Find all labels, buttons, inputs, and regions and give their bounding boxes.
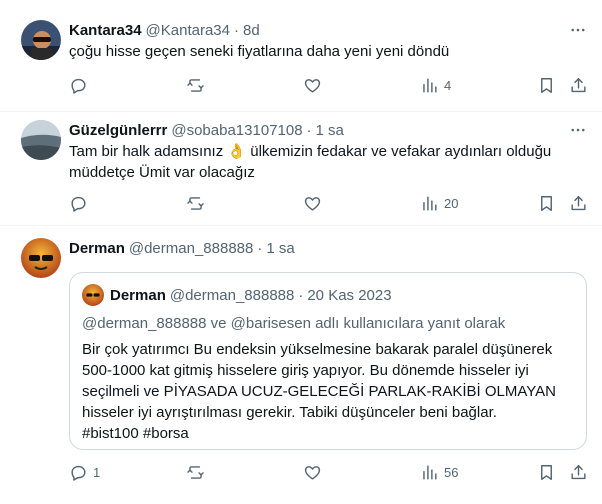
quoted-text-body: Bir çok yatırımcı Bu endeksin yükselmesi… bbox=[82, 341, 557, 421]
tweet[interactable]: Derman @derman_888888 · 1 sa Derman @der… bbox=[0, 226, 602, 504]
quoted-timestamp: 20 Kas 2023 bbox=[307, 286, 392, 304]
tweet-text: çoğu hisse geçen seneki fiyatlarına daha… bbox=[69, 43, 450, 60]
hashtags[interactable]: #bist100 #borsa bbox=[82, 425, 189, 442]
display-name[interactable]: Kantara34 bbox=[69, 22, 142, 39]
quoted-tweet-text: Bir çok yatırımcı Bu endeksin yükselmesi… bbox=[82, 339, 572, 444]
timestamp[interactable]: 1 sa bbox=[316, 122, 344, 139]
views-button[interactable]: 20 bbox=[420, 192, 458, 214]
action-bar: 20 bbox=[69, 192, 594, 214]
bookmark-icon bbox=[537, 76, 556, 95]
reply-button[interactable]: 1 bbox=[69, 461, 100, 483]
tweet[interactable]: Kantara34 @Kantara34 · 8d çoğu hisse geç… bbox=[0, 0, 602, 112]
repost-button[interactable] bbox=[186, 74, 210, 96]
views-button[interactable]: 56 bbox=[420, 461, 458, 483]
repost-icon bbox=[186, 76, 205, 95]
share-icon bbox=[569, 463, 588, 482]
action-bar: 1 56 bbox=[69, 461, 594, 483]
share-icon bbox=[569, 76, 588, 95]
reply-button[interactable] bbox=[69, 192, 93, 214]
separator: · bbox=[234, 21, 239, 39]
reply-icon bbox=[69, 76, 88, 95]
reply-count: 1 bbox=[93, 464, 101, 480]
timestamp[interactable]: 8d bbox=[243, 22, 260, 39]
reply-icon bbox=[69, 463, 88, 482]
display-name[interactable]: Güzelgünlerrr bbox=[69, 122, 167, 139]
quoted-user-handle: @derman_888888 bbox=[169, 286, 295, 304]
tweet[interactable]: Güzelgünlerrr @sobaba13107108 · 1 sa Tam… bbox=[0, 112, 602, 226]
action-bar: 4 bbox=[69, 74, 594, 96]
avatar[interactable] bbox=[21, 20, 61, 60]
views-icon bbox=[420, 76, 439, 95]
avatar[interactable] bbox=[21, 238, 61, 278]
share-button[interactable] bbox=[569, 192, 588, 214]
bookmark-icon bbox=[537, 194, 556, 213]
repost-button[interactable] bbox=[186, 192, 210, 214]
tweet-text: Tam bir halk adamsınız 👌 ülkemizin fedak… bbox=[69, 141, 589, 183]
like-icon bbox=[303, 194, 322, 213]
avatar[interactable] bbox=[21, 120, 61, 160]
views-icon bbox=[420, 194, 439, 213]
like-icon bbox=[303, 76, 322, 95]
user-handle[interactable]: @sobaba13107108 bbox=[171, 122, 302, 139]
separator: · bbox=[298, 286, 304, 304]
ok-hand-emoji: 👌 bbox=[227, 143, 247, 160]
quoted-tweet[interactable]: Derman @derman_888888 · 20 Kas 2023 @der… bbox=[69, 272, 587, 450]
bookmark-icon bbox=[537, 463, 556, 482]
bookmark-button[interactable] bbox=[537, 461, 556, 483]
like-button[interactable] bbox=[303, 192, 327, 214]
bookmark-button[interactable] bbox=[537, 74, 556, 96]
user-handle[interactable]: @Kantara34 bbox=[146, 22, 230, 39]
display-name[interactable]: Derman bbox=[69, 240, 125, 257]
more-icon[interactable] bbox=[566, 120, 590, 140]
repost-button[interactable] bbox=[186, 461, 210, 483]
reply-button[interactable] bbox=[69, 74, 93, 96]
repost-icon bbox=[186, 194, 205, 213]
share-button[interactable] bbox=[569, 74, 588, 96]
like-icon bbox=[303, 463, 322, 482]
views-count: 4 bbox=[444, 77, 452, 93]
share-icon bbox=[569, 194, 588, 213]
views-icon bbox=[420, 463, 439, 482]
timestamp[interactable]: 1 sa bbox=[266, 240, 294, 257]
separator: · bbox=[257, 239, 263, 257]
tweet-text-part: Tam bir halk adamsınız bbox=[69, 143, 228, 160]
share-button[interactable] bbox=[569, 461, 588, 483]
quoted-avatar[interactable] bbox=[82, 284, 104, 306]
views-count: 56 bbox=[444, 464, 459, 480]
user-handle[interactable]: @derman_888888 bbox=[129, 240, 253, 257]
reply-icon bbox=[69, 194, 88, 213]
views-button[interactable]: 4 bbox=[420, 74, 451, 96]
views-count: 20 bbox=[444, 195, 459, 211]
like-button[interactable] bbox=[303, 74, 327, 96]
quoted-display-name: Derman bbox=[110, 286, 166, 304]
separator: · bbox=[306, 121, 312, 139]
more-icon[interactable] bbox=[566, 20, 590, 40]
like-button[interactable] bbox=[303, 461, 327, 483]
bookmark-button[interactable] bbox=[537, 192, 556, 214]
reply-context: @derman_888888 ve @barisesen adlı kullan… bbox=[82, 315, 506, 332]
repost-icon bbox=[186, 463, 205, 482]
